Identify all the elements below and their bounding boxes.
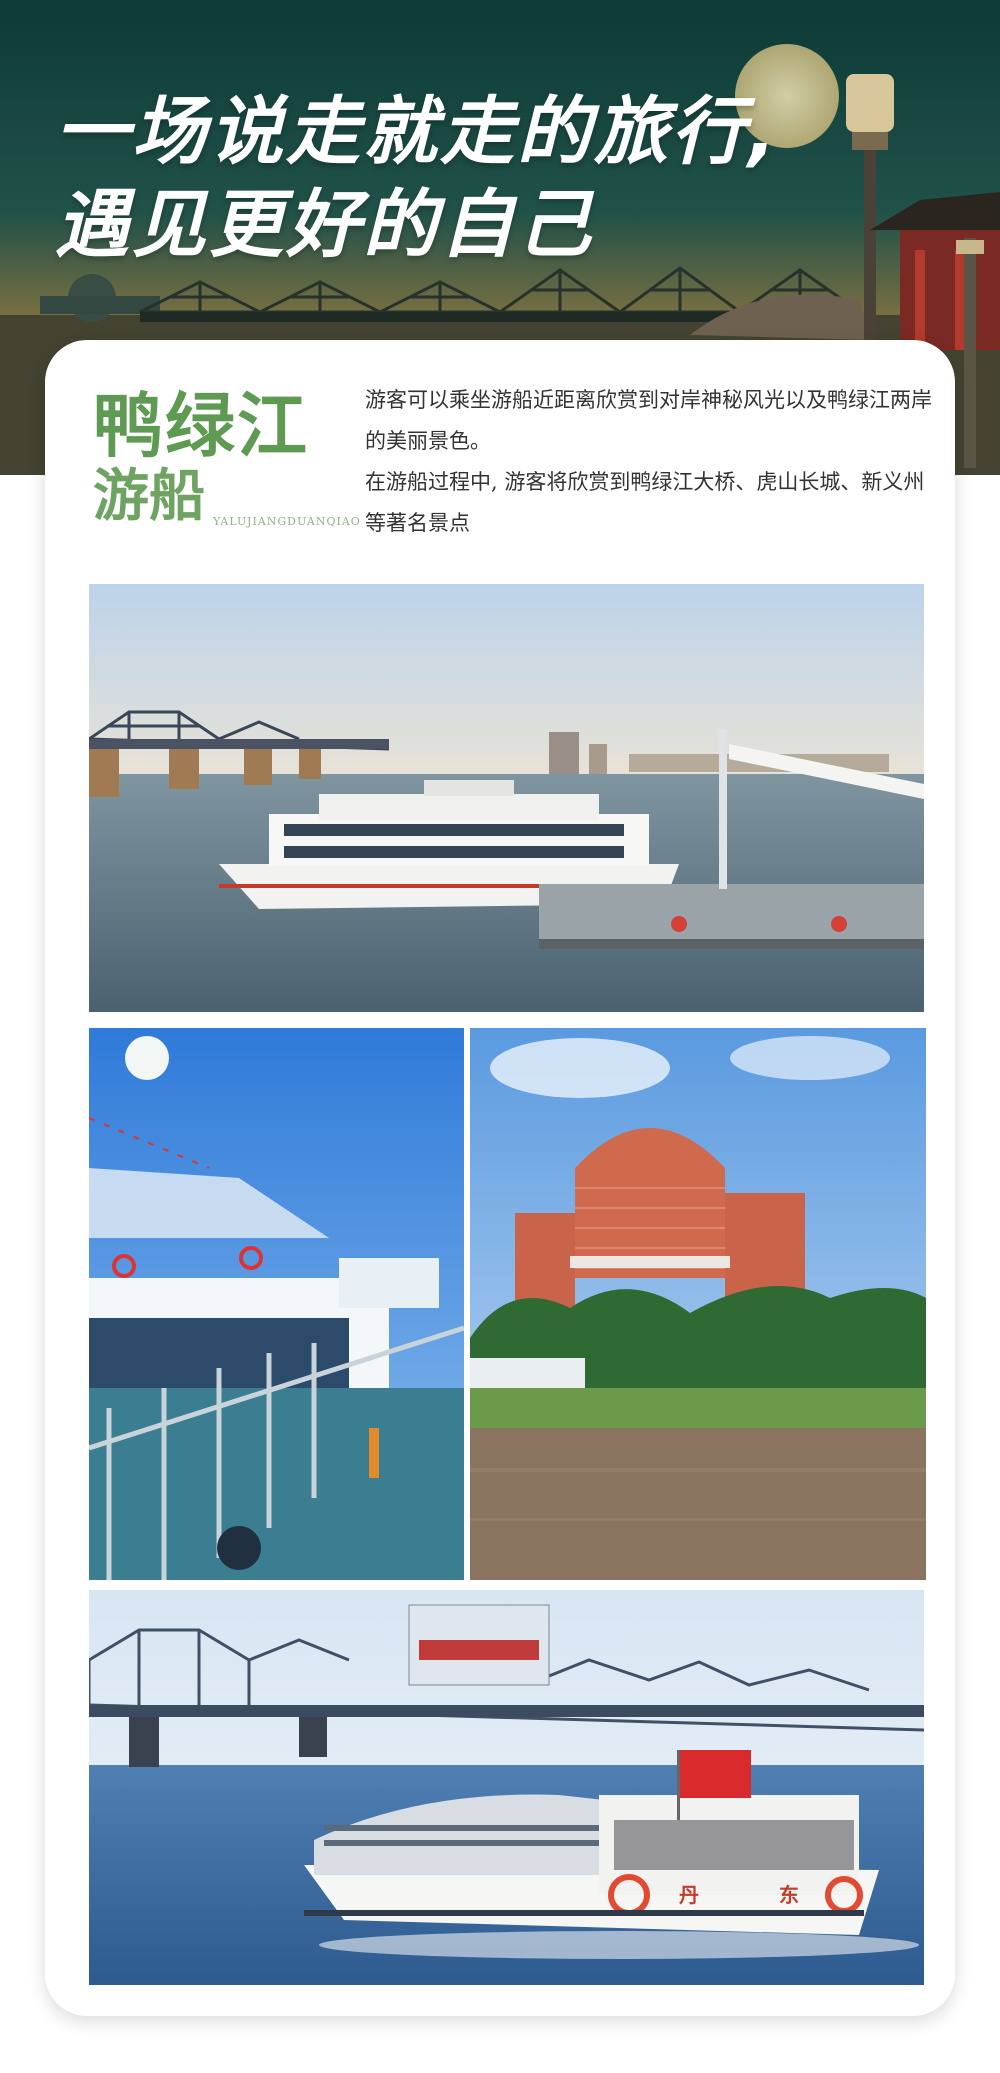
hero-headline-line1: 一场说走就走的旅行, bbox=[55, 89, 780, 175]
photo-dandong-boat: 丹 东 bbox=[89, 1590, 924, 1985]
photo-riverside-building bbox=[470, 1028, 926, 1580]
content-card: 鸭绿江 游船 YALUJIANGDUANQIAO 游客可以乘坐游船近距离欣赏到对岸… bbox=[45, 340, 955, 2016]
title-main: 鸭绿江 bbox=[93, 384, 309, 467]
card-title: 鸭绿江 游船 YALUJIANGDUANQIAO bbox=[93, 384, 361, 529]
boat-text-dan: 丹 bbox=[679, 1883, 699, 1907]
title-pinyin: YALUJIANGDUANQIAO bbox=[213, 515, 361, 528]
photo-boat-at-pier bbox=[89, 584, 924, 1012]
description: 游客可以乘坐游船近距离欣赏到对岸神秘风光以及鸭绿江两岸的美丽景色。 在游船过程中… bbox=[365, 380, 940, 544]
boat-text-dong: 东 bbox=[779, 1883, 799, 1907]
description-paragraph-1: 游客可以乘坐游船近距离欣赏到对岸神秘风光以及鸭绿江两岸的美丽景色。 bbox=[365, 388, 932, 453]
description-paragraph-2: 在游船过程中, 游客将欣赏到鸭绿江大桥、虎山长城、新义州等著名景点 bbox=[365, 470, 925, 535]
hero-headline-line2: 遇见更好的自己 bbox=[55, 182, 594, 268]
photo-boat-deck bbox=[89, 1028, 464, 1580]
title-sub: 游船 bbox=[93, 463, 205, 529]
